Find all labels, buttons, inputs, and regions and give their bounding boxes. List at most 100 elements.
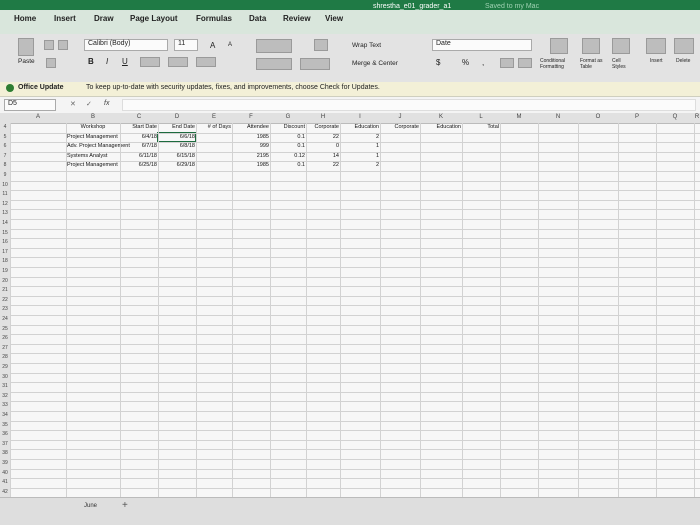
column-header-p[interactable]: P [618, 114, 656, 120]
data-cell[interactable]: 14 [307, 153, 339, 159]
row-header-29[interactable]: 29 [0, 364, 10, 370]
row-header-11[interactable]: 11 [0, 191, 10, 197]
tab-page-layout[interactable]: Page Layout [130, 14, 178, 23]
data-cell[interactable]: 6/29/18 [159, 162, 195, 168]
comma-button[interactable]: , [482, 58, 484, 67]
tab-review[interactable]: Review [283, 14, 311, 23]
row-header-8[interactable]: 8 [0, 162, 10, 168]
column-header-c[interactable]: C [120, 114, 158, 120]
tab-formulas[interactable]: Formulas [196, 14, 232, 23]
row-header-21[interactable]: 21 [0, 287, 10, 293]
data-cell[interactable]: 0.1 [271, 162, 305, 168]
data-cell[interactable]: 1985 [233, 134, 269, 140]
row-header-30[interactable]: 30 [0, 374, 10, 380]
tab-insert[interactable]: Insert [54, 14, 76, 23]
header-cell[interactable]: Education [341, 124, 379, 130]
currency-button[interactable]: $ [436, 58, 440, 67]
column-header-f[interactable]: F [232, 114, 270, 120]
row-header-27[interactable]: 27 [0, 345, 10, 351]
data-cell[interactable]: Project Management [67, 134, 119, 140]
column-header-b[interactable]: B [66, 114, 120, 120]
data-cell[interactable]: 2 [341, 162, 379, 168]
wrap-text-button[interactable]: Wrap Text [352, 42, 381, 49]
row-header-17[interactable]: 17 [0, 249, 10, 255]
row-header-13[interactable]: 13 [0, 210, 10, 216]
row-header-32[interactable]: 32 [0, 393, 10, 399]
data-cell[interactable]: 0 [307, 143, 339, 149]
row-header-37[interactable]: 37 [0, 441, 10, 447]
underline-button[interactable]: U [122, 57, 128, 66]
data-cell[interactable]: 22 [307, 134, 339, 140]
tab-draw[interactable]: Draw [94, 14, 114, 23]
decrease-font-button[interactable]: A [228, 42, 232, 48]
data-cell[interactable]: 2 [341, 134, 379, 140]
column-header-d[interactable]: D [158, 114, 196, 120]
column-header-o[interactable]: O [578, 114, 618, 120]
font-name-box[interactable]: Calibri (Body) [84, 39, 168, 51]
data-cell[interactable]: 6/4/18 [121, 134, 157, 140]
data-cell[interactable]: 1 [341, 143, 379, 149]
increase-decimal-icon[interactable] [500, 58, 514, 68]
insert-cells-icon[interactable] [646, 38, 666, 54]
enter-icon[interactable]: ✓ [86, 100, 92, 108]
column-header-h[interactable]: H [306, 114, 340, 120]
data-cell[interactable]: 0.1 [271, 134, 305, 140]
row-header-24[interactable]: 24 [0, 316, 10, 322]
data-cell[interactable]: 1 [341, 153, 379, 159]
data-cell[interactable]: 2195 [233, 153, 269, 159]
header-cell[interactable]: Corporate [381, 124, 419, 130]
header-cell[interactable]: Education [421, 124, 461, 130]
header-cell[interactable]: Discount [271, 124, 305, 130]
column-header-g[interactable]: G [270, 114, 306, 120]
data-cell[interactable]: 6/15/18 [159, 153, 195, 159]
header-cell[interactable]: Workshop [67, 124, 119, 130]
percent-button[interactable]: % [462, 58, 469, 67]
merge-center-button[interactable]: Merge & Center [352, 60, 398, 67]
increase-font-button[interactable]: A [210, 41, 215, 50]
column-header-e[interactable]: E [196, 114, 232, 120]
row-header-12[interactable]: 12 [0, 201, 10, 207]
header-cell[interactable]: Corporate [307, 124, 339, 130]
data-cell[interactable]: 999 [233, 143, 269, 149]
row-header-22[interactable]: 22 [0, 297, 10, 303]
row-header-35[interactable]: 35 [0, 422, 10, 428]
update-text[interactable]: To keep up-to-date with security updates… [86, 84, 380, 91]
font-size-box[interactable]: 11 [174, 39, 198, 51]
data-cell[interactable]: 1985 [233, 162, 269, 168]
tab-view[interactable]: View [325, 14, 343, 23]
row-header-18[interactable]: 18 [0, 258, 10, 264]
orientation-icon[interactable] [314, 39, 328, 51]
fill-color-icon[interactable] [168, 57, 188, 67]
data-cell[interactable]: 22 [307, 162, 339, 168]
column-header-m[interactable]: M [500, 114, 538, 120]
number-format-box[interactable]: Date [432, 39, 532, 51]
indent-icon[interactable] [300, 58, 330, 70]
column-header-n[interactable]: N [538, 114, 578, 120]
align-top-icon[interactable] [256, 39, 292, 53]
row-header-20[interactable]: 20 [0, 278, 10, 284]
name-box[interactable]: D5 [4, 99, 56, 111]
copy-icon[interactable] [58, 40, 68, 50]
data-cell[interactable]: Adv. Project Management [67, 143, 130, 149]
tab-home[interactable]: Home [14, 14, 36, 23]
row-header-41[interactable]: 41 [0, 479, 10, 485]
delete-cells-icon[interactable] [674, 38, 694, 54]
data-cell[interactable]: 6/25/18 [121, 162, 157, 168]
add-sheet-button[interactable]: + [122, 500, 128, 511]
row-header-31[interactable]: 31 [0, 383, 10, 389]
row-header-14[interactable]: 14 [0, 220, 10, 226]
data-cell[interactable]: 6/11/18 [121, 153, 157, 159]
column-header-j[interactable]: J [380, 114, 420, 120]
sheet-tab-june[interactable]: June [84, 503, 97, 509]
row-header-6[interactable]: 6 [0, 143, 10, 149]
row-header-26[interactable]: 26 [0, 335, 10, 341]
data-cell[interactable]: 0.12 [271, 153, 305, 159]
borders-icon[interactable] [140, 57, 160, 67]
data-cell[interactable]: 6/7/18 [121, 143, 157, 149]
column-header-r[interactable]: R [694, 114, 700, 120]
row-header-10[interactable]: 10 [0, 182, 10, 188]
row-header-19[interactable]: 19 [0, 268, 10, 274]
cancel-icon[interactable]: ✕ [70, 100, 76, 108]
row-header-42[interactable]: 42 [0, 489, 10, 495]
data-cell[interactable]: 0.1 [271, 143, 305, 149]
